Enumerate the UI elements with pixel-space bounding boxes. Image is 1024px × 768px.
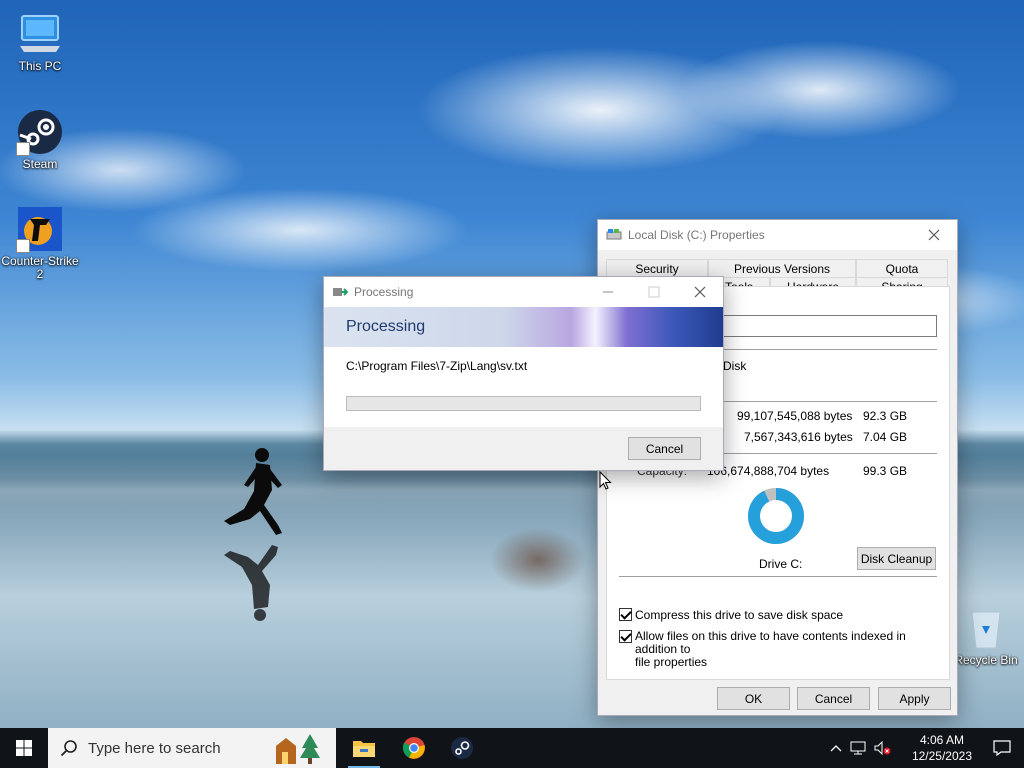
tab-quota[interactable]: Quota <box>856 259 948 277</box>
desktop-icon-label: Counter-Strike 2 <box>1 254 79 281</box>
compress-drive-checkbox[interactable] <box>619 608 632 621</box>
processing-titlebar[interactable]: Processing <box>324 277 723 307</box>
cancel-button[interactable]: Cancel <box>797 687 870 710</box>
runner-silhouette <box>224 448 282 621</box>
desktop-icon-label: Steam <box>22 157 58 171</box>
file-explorer-icon <box>353 741 375 757</box>
close-button[interactable] <box>911 220 957 250</box>
tab-security[interactable]: Security <box>606 259 708 277</box>
7zip-icon <box>333 288 348 296</box>
chrome-icon <box>402 737 425 759</box>
taskbar-clock[interactable]: 4:06 AM 12/25/2023 <box>912 732 972 764</box>
network-icon[interactable] <box>850 741 866 755</box>
start-button[interactable] <box>0 728 48 768</box>
minimize-button[interactable] <box>585 277 631 307</box>
close-icon <box>694 286 706 298</box>
clock-date: 12/25/2023 <box>911 749 972 763</box>
index-contents-label-line1: Allow files on this drive to have conten… <box>635 629 906 656</box>
drive-type-fragment: Disk <box>723 359 747 373</box>
taskbar-chrome[interactable] <box>394 728 434 768</box>
computer-icon <box>16 10 64 58</box>
taskbar-steam[interactable] <box>442 728 482 768</box>
ok-label: OK <box>744 691 763 706</box>
apply-label: Apply <box>899 691 930 706</box>
desktop-icon-recycle-bin[interactable]: Recycle Bin <box>948 604 1024 667</box>
close-icon <box>928 229 940 241</box>
free-space-gb: 7.04 GB <box>863 430 908 444</box>
desktop-icon-this-pc[interactable]: This PC <box>2 10 78 73</box>
shortcut-arrow-icon <box>16 142 30 156</box>
processing-window: Processing Processing C:\Program Files\7… <box>323 276 724 471</box>
shortcut-arrow-icon <box>16 239 30 253</box>
drive-c-label: Drive C: <box>759 557 803 571</box>
index-contents-label-line2: file properties <box>635 655 708 669</box>
index-contents-label: Allow files on this drive to have conten… <box>635 630 949 669</box>
counter-strike-icon <box>16 205 64 253</box>
processing-progress-bar <box>346 396 701 411</box>
processing-title: Processing <box>354 285 414 299</box>
apply-button[interactable]: Apply <box>878 687 951 710</box>
taskbar-search-box[interactable]: Type here to search <box>48 728 336 768</box>
taskbar: Type here to search 4:06 AM 12/25/2023 <box>0 728 1024 768</box>
close-button[interactable] <box>677 277 723 307</box>
clock-time: 4:06 AM <box>919 733 964 747</box>
processing-body: C:\Program Files\7-Zip\Lang\sv.txt <box>324 347 723 427</box>
processing-cancel-label: Cancel <box>645 441 684 456</box>
ok-button[interactable]: OK <box>717 687 790 710</box>
desktop-icon-steam[interactable]: Steam <box>2 108 78 171</box>
notifications-icon <box>993 740 1011 756</box>
processing-banner: Processing <box>324 307 723 347</box>
drive-label-input[interactable] <box>721 315 937 337</box>
search-icon <box>60 740 77 757</box>
processing-file-path: C:\Program Files\7-Zip\Lang\sv.txt <box>346 359 528 373</box>
maximize-button <box>631 277 677 307</box>
tabs-row-top: Security Previous Versions Quota <box>606 259 948 277</box>
drive-icon <box>606 229 622 240</box>
properties-title: Local Disk (C:) Properties <box>628 228 765 242</box>
used-space-bytes: 99,107,545,088 bytes <box>737 409 853 423</box>
taskbar-file-explorer[interactable] <box>344 728 384 768</box>
action-center-button[interactable] <box>980 728 1024 768</box>
processing-banner-text: Processing <box>346 318 426 335</box>
desktop-icon-label: This PC <box>18 59 62 73</box>
disk-cleanup-button[interactable]: Disk Cleanup <box>857 547 936 570</box>
desktop-icon-label: Recycle Bin <box>954 653 1018 667</box>
maximize-icon <box>648 286 660 298</box>
system-tray: 4:06 AM 12/25/2023 <box>830 728 1024 768</box>
mouse-cursor-icon <box>599 471 612 490</box>
minimize-icon <box>603 291 613 293</box>
compress-drive-label: Compress this drive to save disk space <box>635 608 844 622</box>
recycle-bin-icon <box>962 604 1010 652</box>
cancel-label: Cancel <box>814 691 853 706</box>
separator <box>619 576 937 577</box>
steam-icon <box>16 108 64 156</box>
search-highlight-icon <box>276 734 320 764</box>
disk-usage-donut-chart <box>748 488 804 544</box>
disk-cleanup-label: Disk Cleanup <box>860 551 933 566</box>
rock-reflection <box>478 520 598 610</box>
capacity-gb: 99.3 GB <box>863 464 908 478</box>
windows-logo-icon <box>16 740 32 756</box>
capacity-bytes: 106,674,888,704 bytes <box>707 464 830 478</box>
index-contents-checkbox[interactable] <box>619 630 632 643</box>
free-space-bytes: 7,567,343,616 bytes <box>744 430 853 444</box>
volume-muted-icon[interactable] <box>874 741 892 755</box>
desktop-icon-counter-strike[interactable]: Counter-Strike 2 <box>0 205 80 281</box>
tab-previous-versions[interactable]: Previous Versions <box>708 259 856 277</box>
steam-icon <box>451 737 473 759</box>
used-space-gb: 92.3 GB <box>863 409 908 423</box>
used-space-arc <box>748 488 804 544</box>
search-placeholder: Type here to search <box>88 739 221 757</box>
chevron-up-icon[interactable] <box>830 744 842 752</box>
properties-titlebar[interactable]: Local Disk (C:) Properties <box>598 220 957 250</box>
processing-cancel-button[interactable]: Cancel <box>628 437 701 460</box>
